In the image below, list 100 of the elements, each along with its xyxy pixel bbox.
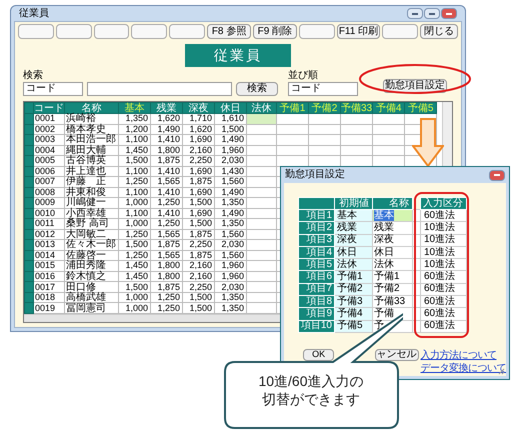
blank-key-button[interactable] [169,24,206,39]
table-cell: 1,800 [150,260,182,272]
table-cell: 佐藤啓一 [64,250,118,261]
ok-button[interactable]: OK [303,348,334,361]
search-button[interactable]: 検索 [236,82,278,96]
table-cell: 1,490 [214,208,246,219]
table-cell[interactable]: 10進法 [420,222,466,234]
table-cell: 1,450 [118,145,150,156]
table-cell[interactable]: 10進法 [420,246,466,259]
column-header[interactable]: コード [34,102,64,114]
column-header: 初期値 [334,198,372,210]
column-header[interactable]: 予備1 [276,102,308,114]
blank-key-button[interactable] [298,24,335,39]
function-key-button[interactable]: F11 印刷 [336,24,380,39]
column-header[interactable]: 名称 [64,102,118,114]
blank-key-button[interactable] [131,24,168,39]
table-cell[interactable]: 10進法 [420,258,466,271]
column-header[interactable]: 予備4 [372,102,405,114]
screen-title-banner: 従業員 [185,44,291,67]
close-screen-button[interactable]: 閉じる [420,24,458,39]
column-header: 入力区分 [420,198,466,210]
table-cell: 佐々木一郎 [64,240,118,250]
table-cell: 1,960 [214,260,246,272]
table-cell: 1,250 [150,292,182,303]
table-cell: 田口修 [64,282,118,292]
attendance-settings-button[interactable]: 勤怠項目設定 [383,79,447,93]
table-cell: 浦田秀隆 [64,260,118,272]
column-header[interactable]: 基本 [118,102,150,114]
table-cell: 1,350 [214,292,246,303]
table-cell: 1,500 [182,218,214,230]
close-button[interactable] [441,8,457,19]
table-cell: 橋本孝史 [64,124,118,135]
table-cell: 2,030 [214,156,246,166]
blank-key-button[interactable] [382,24,418,39]
table-cell: 0015 [34,260,64,272]
table-cell: 0004 [34,145,64,156]
table-cell: 1,350 [118,114,150,124]
table-cell: 1,490 [214,134,246,146]
table-cell[interactable]: 基本 [372,210,412,222]
search-field[interactable] [87,82,232,96]
table-cell: 1,250 [118,229,150,240]
blank-key-button[interactable] [94,24,130,39]
table-cell: 2,030 [214,240,246,250]
table-cell: 1,490 [214,187,246,198]
column-header[interactable]: 深夜 [182,102,214,114]
row-header: 項目5 [298,258,334,271]
table-cell: 1,690 [182,166,214,177]
table-cell: 1,875 [182,250,214,261]
table-cell: 1,410 [150,134,182,146]
table-cell: 1,560 [214,176,246,188]
table-cell: 残業 [334,222,372,234]
column-header[interactable]: 予備2 [308,102,340,114]
table-cell[interactable]: 法休 [372,258,412,271]
table-cell[interactable]: 予備33 [372,296,412,308]
help-link[interactable]: データ変換について [420,362,506,375]
table-cell: 0012 [34,229,64,240]
table-cell[interactable]: 60進法 [420,308,466,320]
row-header: 項目9 [298,308,334,320]
table-cell: 1,410 [150,187,182,198]
table-cell: 2,160 [182,271,214,282]
table-cell[interactable]: 60進法 [420,283,466,296]
table-cell[interactable]: 残業 [372,222,412,234]
sort-field[interactable]: コード [288,82,358,96]
table-cell: 1,250 [118,176,150,188]
column-header[interactable]: 予備33 [340,102,373,114]
column-header[interactable]: 予備5 [404,102,437,114]
function-key-button[interactable]: F8 参照 [207,24,251,39]
table-cell[interactable]: 10進法 [420,234,466,246]
table-cell[interactable]: 予備2 [372,283,412,296]
table-cell: 0006 [34,166,64,177]
cancel-button[interactable]: ャンセル [375,348,418,361]
column-header[interactable]: 残業 [150,102,182,114]
help-link[interactable]: 入力方法について [420,348,506,362]
table-cell[interactable]: 60進法 [420,270,466,284]
table-cell: 1,200 [118,124,150,135]
minimize-button[interactable] [407,8,423,19]
table-cell: 伊藤 正 [64,176,118,188]
table-cell: 1,500 [182,198,214,208]
table-cell: 高橋武雄 [64,292,118,303]
blank-key-button[interactable] [18,24,54,39]
table-cell: 1,450 [118,260,150,272]
table-cell: 1,960 [214,145,246,156]
dialog-title: 勤怠項目設定 [285,170,345,180]
search-type-field[interactable]: コード [23,82,83,96]
function-key-button[interactable]: F9 削除 [252,24,297,39]
table-cell: 0018 [34,292,64,303]
table-cell[interactable]: 60進法 [420,296,466,308]
blank-key-button[interactable] [56,24,92,39]
column-header[interactable]: 休日 [214,102,246,114]
table-cell: 古谷博英 [64,156,118,166]
table-cell[interactable]: 60進法 [420,320,466,332]
table-cell: 深夜 [334,234,372,246]
table-cell: 1,875 [150,156,182,166]
maximize-button[interactable] [424,8,440,19]
column-header[interactable]: 法休 [246,102,276,114]
table-cell: 0009 [34,198,64,208]
table-cell[interactable]: 深夜 [372,234,412,246]
table-cell[interactable]: 60進法 [420,210,466,222]
table-cell: 1,450 [118,271,150,282]
close-button[interactable] [489,170,505,180]
